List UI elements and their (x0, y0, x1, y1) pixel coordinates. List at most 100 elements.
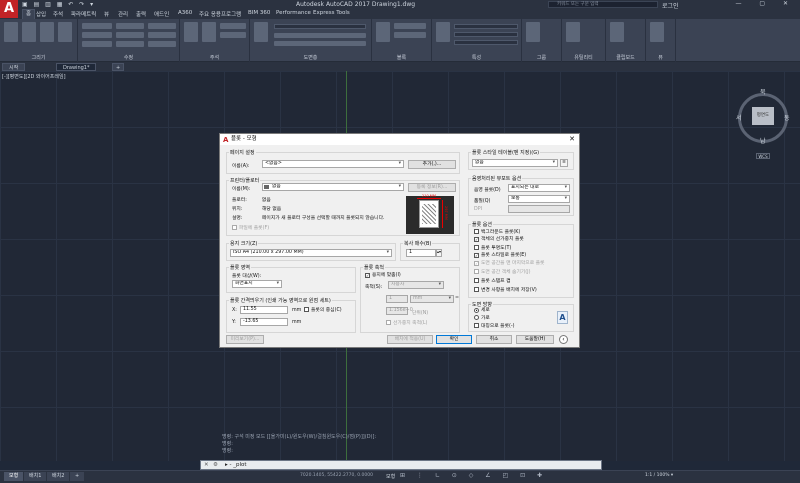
plot-lineweights-checkbox[interactable]: ✓ 객체의 선가중치 플롯 (474, 237, 524, 243)
polyline-icon[interactable] (22, 22, 36, 42)
arc-icon[interactable] (58, 22, 72, 42)
trim-icon[interactable] (148, 23, 176, 29)
add-layout-button[interactable]: + (70, 472, 85, 481)
new-tab-button[interactable]: + (112, 63, 125, 71)
base-view-icon[interactable] (650, 22, 664, 42)
scale-unit-dropdown[interactable]: mm (410, 295, 454, 303)
drafting-aids-icons[interactable]: ⊞ ⋮ ∟ ⊙ ◇ ∠ ◰ ⊡ ✚ (400, 472, 547, 479)
scale-lineweights-checkbox[interactable]: 선가중치 축척(L) (386, 320, 427, 327)
close-icon[interactable]: ✕ (569, 135, 575, 143)
offset-x-input[interactable]: 11.55 (240, 306, 288, 314)
doc-tab-drawing1[interactable]: Drawing1* (56, 63, 97, 71)
tab-addins[interactable]: 애드인 (154, 10, 169, 18)
text-icon[interactable] (184, 22, 198, 42)
plot-stamp-checkbox[interactable]: 플롯 스탬프 켬 (474, 278, 511, 285)
app-logo-icon[interactable]: A (0, 0, 18, 18)
close-icon[interactable]: ✕ (204, 462, 209, 468)
portrait-radio[interactable]: • 세로 (474, 308, 490, 314)
apply-to-layout-button[interactable]: 배치에 적용(U) (387, 335, 433, 344)
scale-drawing-input[interactable]: 1.156e+0 (386, 307, 413, 315)
model-space-toggle[interactable]: 모형 (386, 473, 395, 480)
plot-style-dropdown[interactable]: 없음 (472, 159, 558, 167)
stretch-icon[interactable] (82, 41, 112, 47)
printer-properties-button[interactable]: 등록 정보(R)... (408, 183, 456, 192)
cancel-button[interactable]: 취소 (476, 335, 512, 344)
dpi-input[interactable] (508, 205, 570, 213)
annotation-scale[interactable]: 1:1 / 100% ▾ (645, 473, 673, 478)
circle-icon[interactable] (40, 22, 54, 42)
insert-block-icon[interactable] (376, 22, 390, 42)
tab-insert[interactable]: 삽입 (36, 10, 46, 18)
tab-express-tools[interactable]: Express Tools (313, 10, 350, 16)
tab-performance[interactable]: Performance (276, 10, 311, 16)
array-icon[interactable] (148, 41, 176, 47)
plot-paperspace-last-checkbox[interactable]: ✓ 도면 공간을 맨 마지막으로 플롯 (474, 261, 544, 267)
layout-tab-model[interactable]: 모형 (4, 472, 24, 481)
layer-tools-icon[interactable] (274, 33, 366, 38)
dimension-icon[interactable] (202, 22, 216, 42)
plot-transparency-checkbox[interactable]: 플롯 투명도(T) (474, 245, 511, 252)
leader-icon[interactable] (220, 23, 246, 29)
window-controls[interactable]: — ▢ ✕ (735, 0, 796, 7)
copy-icon[interactable] (82, 32, 112, 38)
fit-to-paper-checkbox[interactable]: ✓ 용지에 맞춤(I) (365, 273, 401, 279)
panel-view-label[interactable]: 뷰 (646, 54, 675, 61)
plot-what-dropdown[interactable]: 화면표시 (232, 280, 282, 288)
panel-block-label[interactable]: 블록 (372, 54, 431, 61)
table-icon[interactable] (220, 32, 246, 38)
shade-plot-dropdown[interactable]: 표시되는 대로 (508, 184, 570, 192)
viewcube-west[interactable]: 서 (736, 113, 742, 122)
viewcube-south[interactable]: 남 (760, 136, 766, 145)
tab-annotate[interactable]: 주석 (53, 10, 63, 18)
scale-icon[interactable] (116, 41, 144, 47)
center-plot-checkbox[interactable]: 플롯의 중심(C) (304, 307, 342, 314)
plot-to-file-checkbox[interactable]: 파일에 플롯(F) (232, 225, 269, 232)
panel-modify-label[interactable]: 수정 (78, 54, 179, 61)
panel-properties-label[interactable]: 특성 (432, 54, 521, 61)
line-icon[interactable] (4, 22, 18, 42)
color-dropdown[interactable] (454, 24, 518, 29)
paste-icon[interactable] (610, 22, 624, 42)
panel-layers-label[interactable]: 도면층 (250, 54, 371, 61)
coordinates-readout[interactable]: 7020.1405, 55422.2770, 0.0000 (300, 473, 373, 478)
paper-size-dropdown[interactable]: ISO A4 (210.00 x 297.00 MM) (230, 249, 392, 257)
tab-home[interactable]: 홈 (22, 9, 36, 19)
match-properties-icon[interactable] (436, 22, 450, 42)
command-input[interactable]: ▸ - _plot (225, 462, 247, 468)
less-options-icon[interactable]: ‹ (559, 335, 568, 344)
create-block-icon[interactable] (394, 23, 426, 29)
edit-block-icon[interactable] (394, 32, 426, 38)
linetype-dropdown[interactable] (454, 40, 518, 45)
scale-dropdown[interactable]: 사용자 (388, 281, 444, 289)
wcs-menu[interactable]: WCS (756, 153, 770, 159)
layer-properties-icon[interactable] (254, 22, 268, 42)
tab-parametric[interactable]: 파라메트릭 (71, 10, 96, 18)
add-page-setup-button[interactable]: 추가(,)... (408, 160, 456, 169)
tab-bim360[interactable]: BIM 360 (248, 10, 270, 16)
plot-with-styles-checkbox[interactable]: ✓ 플롯 스타일로 플롯(E) (474, 253, 526, 259)
wrench-icon[interactable]: ⚙ (213, 462, 218, 468)
layer-dropdown[interactable] (274, 24, 366, 29)
page-setup-dropdown[interactable]: <없음> (262, 160, 404, 168)
tab-a360[interactable]: A360 (178, 10, 192, 16)
tab-view[interactable]: 뷰 (104, 10, 109, 18)
hide-paperspace-objects-checkbox[interactable]: 도면 공간 객체 숨기기(J) (474, 269, 530, 276)
background-plot-checkbox[interactable]: 백그라운드 플롯(K) (474, 229, 520, 236)
quality-dropdown[interactable]: 보통 (508, 195, 570, 203)
move-icon[interactable] (82, 23, 112, 29)
viewport-controls-label[interactable]: [-][평면도][2D 와이어프레임] (2, 73, 66, 80)
plot-upside-down-checkbox[interactable]: 대칭으로 플롯(-) (474, 323, 514, 330)
command-line[interactable]: ✕ ⚙ ▸ - _plot (200, 460, 602, 470)
copies-input[interactable]: 1 (406, 249, 436, 257)
copies-spinner[interactable]: ▴▾ (436, 249, 442, 257)
rotate-icon[interactable] (116, 23, 144, 29)
doc-tab-start[interactable]: 시작 (2, 63, 26, 71)
preview-button[interactable]: 미리보기(P)... (226, 335, 264, 344)
viewcube-north[interactable]: 북 (760, 87, 766, 96)
fillet-icon[interactable] (148, 32, 176, 38)
panel-clipboard-label[interactable]: 클립보드 (606, 54, 645, 61)
printer-dropdown[interactable]: 없음 (262, 183, 404, 191)
search-input[interactable]: 키워드 또는 구문 입력 (548, 1, 658, 8)
viewcube-east[interactable]: 동 (784, 113, 790, 122)
group-icon[interactable] (526, 22, 540, 42)
